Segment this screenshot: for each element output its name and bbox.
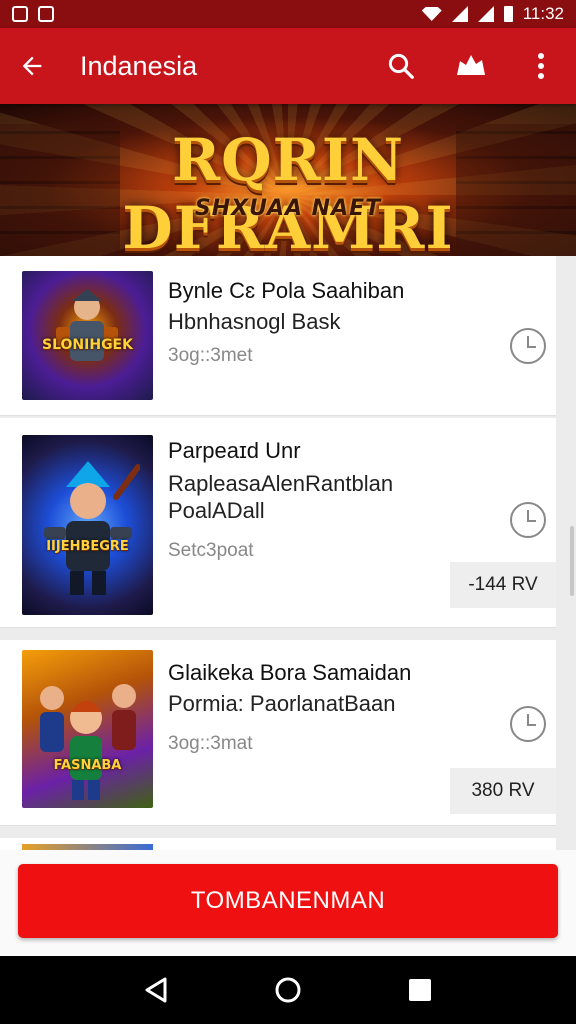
item-meta: Bynle Cɛ Pola Saahiban Hbnhasnogl Bask 3… <box>168 278 536 367</box>
list-item[interactable] <box>0 838 556 850</box>
clock-icon[interactable] <box>510 706 546 742</box>
item-time: Setc3poat <box>168 540 254 561</box>
price-tag[interactable]: 380 RV <box>450 768 556 814</box>
nav-back-button[interactable] <box>126 960 186 1020</box>
promo-banner[interactable]: RQRIN DFRAMRI SHXUAA NAET <box>0 104 576 256</box>
screen: 11:32 Indanesia RQRIN DFRAMRI SHXUAA NAE… <box>0 0 576 1024</box>
signal-icon <box>451 6 468 22</box>
nav-home-icon <box>275 977 301 1003</box>
nav-back-icon <box>145 977 167 1003</box>
item-meta: Parpeaɪd Unr RapleasaAlenRantblan PoalAD… <box>168 438 536 562</box>
item-thumbnail: FASNABA <box>22 650 153 808</box>
app-bar: Indanesia <box>0 28 576 104</box>
wifi-icon <box>421 7 442 21</box>
character-figure <box>44 461 140 595</box>
status-time: 11:32 <box>522 4 564 23</box>
thumbnail-caption: FASNABA <box>53 758 122 773</box>
system-nav-bar <box>0 956 576 1024</box>
more-options-button[interactable] <box>506 28 576 104</box>
battery-icon <box>503 6 513 22</box>
price-tag[interactable]: -144 RV <box>450 562 556 608</box>
item-description: Pormia: PaorlanatBaan <box>168 691 396 716</box>
clock-icon[interactable] <box>510 328 546 364</box>
app-bar-title: Indanesia <box>80 50 198 81</box>
search-icon <box>388 53 414 79</box>
list-item[interactable]: IIJEHBEGRE Parpeaɪd Unr RapleasaAlenRant… <box>0 418 556 628</box>
item-meta: Glaikeka Bora Samaidan Pormia: Paorlanat… <box>168 660 536 755</box>
primary-action-button[interactable]: TOMBANENMAN <box>18 864 558 938</box>
character-group <box>40 684 136 800</box>
item-description: Hbnhasnogl Bask <box>168 309 341 334</box>
notification-icon <box>38 6 54 22</box>
nav-home-button[interactable] <box>258 960 318 1020</box>
item-time: 3og::3met <box>168 345 253 366</box>
item-name: Glaikeka Bora Samaidan <box>168 660 412 685</box>
notification-icons <box>12 6 54 22</box>
nav-recent-icon <box>409 979 431 1001</box>
status-bar: 11:32 <box>0 0 576 28</box>
notification-icon <box>12 6 28 22</box>
system-icons: 11:32 <box>421 4 564 24</box>
badge-icon <box>457 55 485 75</box>
banner-subtitle: SHXUAA NAET <box>194 196 382 221</box>
list-item[interactable]: FASNABA Glaikeka Bora Samaidan Pormia: P… <box>0 640 556 826</box>
item-name: Bynle Cɛ Pola Saahiban <box>168 278 405 303</box>
item-description: RapleasaAlenRantblan PoalADall <box>168 471 394 523</box>
app-bar-actions <box>366 28 576 104</box>
clock-icon[interactable] <box>510 502 546 538</box>
badge-button[interactable] <box>436 28 506 104</box>
item-time: 3og::3mat <box>168 733 253 754</box>
search-button[interactable] <box>366 28 436 104</box>
arrow-back-icon <box>22 56 42 76</box>
signal-icon <box>477 6 494 22</box>
back-button[interactable] <box>0 28 64 104</box>
scrollbar[interactable] <box>570 526 574 596</box>
thumbnail-caption: IIJEHBEGRE <box>46 539 129 554</box>
content-list[interactable]: SLONIHGEK Bynle Cɛ Pola Saahiban Hbnhasn… <box>0 256 576 850</box>
thumbnail-caption: SLONIHGEK <box>42 337 133 353</box>
nav-recent-button[interactable] <box>390 960 450 1020</box>
cta-area: TOMBANENMAN <box>0 850 576 956</box>
item-thumbnail: IIJEHBEGRE <box>22 435 153 615</box>
character-figure <box>56 289 118 361</box>
more-vert-icon <box>538 53 544 79</box>
item-name: Parpeaɪd Unr <box>168 438 301 463</box>
list-item[interactable]: SLONIHGEK Bynle Cɛ Pola Saahiban Hbnhasn… <box>0 256 556 416</box>
item-thumbnail: SLONIHGEK <box>22 271 153 400</box>
banner-title: RQRIN DFRAMRI <box>122 126 454 256</box>
